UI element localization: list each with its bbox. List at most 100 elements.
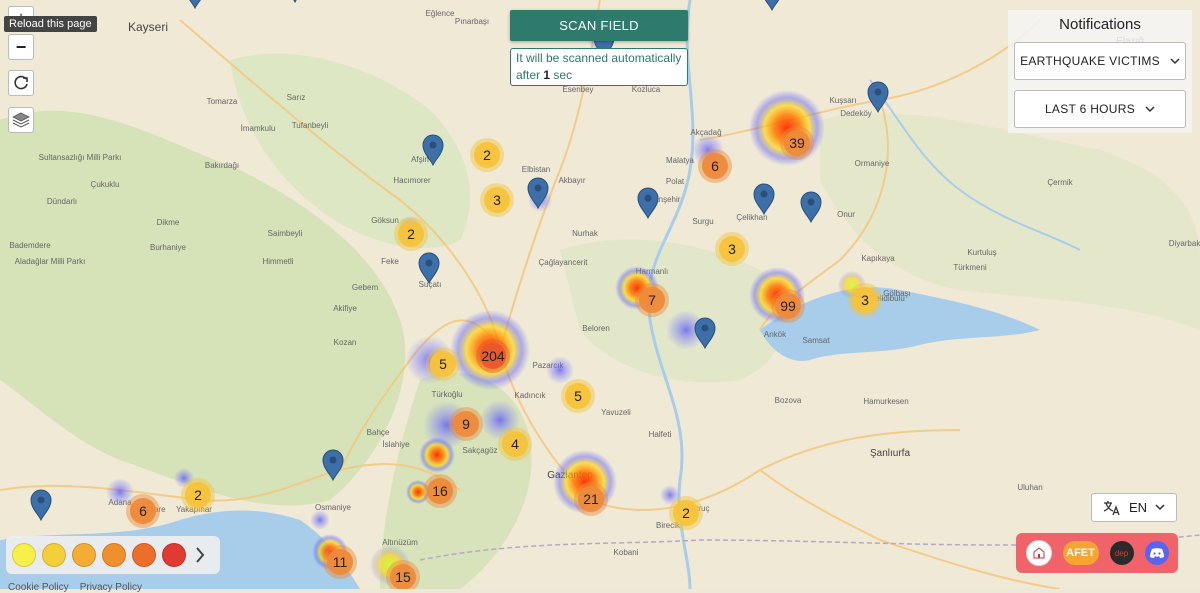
legend-color-swatch[interactable]: [72, 543, 96, 567]
language-label: EN: [1128, 500, 1148, 515]
cluster-marker[interactable]: 39: [780, 126, 814, 160]
translate-icon: [1103, 500, 1120, 515]
cluster-marker[interactable]: 2: [394, 217, 428, 251]
map-place-label: Göksun: [371, 216, 399, 225]
zoom-out-label: −: [15, 36, 27, 57]
cluster-count: 2: [194, 487, 202, 503]
category-select[interactable]: EARTHQUAKE VICTIMS: [1014, 42, 1186, 80]
cluster-marker[interactable]: 6: [126, 494, 160, 528]
cluster-marker[interactable]: 3: [715, 232, 749, 266]
cluster-count: 3: [728, 241, 736, 257]
zoom-out-button[interactable]: −: [8, 34, 34, 60]
map-place-label: Diyarbakır: [1169, 239, 1200, 248]
layers-button[interactable]: [8, 107, 34, 133]
map-place-label: Afşin: [411, 155, 429, 164]
map-place-label: Himmetli: [262, 257, 293, 266]
map-place-label: Nurhak: [572, 229, 599, 238]
cluster-marker[interactable]: 7: [635, 283, 669, 317]
cluster-marker[interactable]: 2: [669, 496, 703, 530]
map-place-label: Tufanbeyli: [292, 121, 329, 130]
heatmap-blob: [546, 356, 574, 384]
cluster-marker[interactable]: 3: [480, 183, 514, 217]
legend-color-swatch[interactable]: [132, 543, 156, 567]
cluster-marker[interactable]: 99: [771, 289, 805, 323]
cluster-count: 99: [780, 298, 796, 314]
cluster-marker[interactable]: 5: [561, 379, 595, 413]
dep-logo-label: dep: [1114, 548, 1129, 558]
map-place-label: Türkmeni: [953, 263, 987, 272]
heatmap-blob: [310, 510, 330, 530]
notifications-panel: Notifications EARTHQUAKE VICTIMS LAST 6 …: [1008, 10, 1192, 133]
legend-color-swatch[interactable]: [42, 543, 66, 567]
afet-logo-label: AFET: [1066, 547, 1095, 559]
cluster-count: 6: [711, 158, 719, 174]
cluster-marker[interactable]: 11: [323, 545, 357, 579]
map-place-label: Pınarbaşı: [455, 17, 489, 26]
time-range-select[interactable]: LAST 6 HOURS: [1014, 90, 1186, 128]
chevron-down-icon: [1145, 105, 1155, 112]
privacy-policy-link[interactable]: Privacy Policy: [80, 582, 142, 593]
cluster-marker[interactable]: 21: [574, 482, 608, 516]
cookie-policy-link[interactable]: Cookie Policy: [8, 582, 69, 593]
map-place-label: Sarız: [287, 93, 306, 102]
cluster-marker[interactable]: 16: [423, 474, 457, 508]
map-place-label: Eğlence: [426, 9, 455, 18]
reload-button[interactable]: [8, 70, 34, 96]
map-place-label: Kurtuluş: [967, 248, 996, 257]
map-place-label: Sultansazlığı Milli Parkı: [39, 153, 122, 162]
cluster-marker[interactable]: 5: [426, 347, 460, 381]
map-place-label: Dündarlı: [47, 197, 77, 206]
cluster-count: 5: [439, 356, 447, 372]
legend-color-swatch[interactable]: [12, 543, 36, 567]
map-place-label: Bademdere: [9, 241, 51, 250]
map-place-label: Burhaniye: [150, 243, 187, 252]
map-place-label: Esenbey: [562, 85, 593, 94]
footer-links: Cookie Policy Privacy Policy: [8, 582, 142, 593]
map-place-label: Sakçagöz: [462, 446, 497, 455]
cluster-count: 2: [682, 505, 690, 521]
map-place-label: Kayseri: [128, 20, 168, 34]
scan-field-button[interactable]: SCAN FIELD: [510, 10, 688, 41]
chevron-right-icon[interactable]: [194, 546, 206, 564]
cluster-count: 9: [462, 416, 470, 432]
map-place-label: Kadıncık: [514, 391, 546, 400]
cluster-marker[interactable]: 2: [181, 478, 215, 512]
map-place-label: Akifiye: [333, 304, 357, 313]
map-place-label: Saimbeyli: [268, 229, 303, 238]
partner-logos-bar: AFET dep: [1016, 533, 1178, 573]
cluster-marker[interactable]: 4: [498, 427, 532, 461]
cluster-count: 204: [481, 348, 505, 364]
map-place-label: Uluhan: [1017, 483, 1042, 492]
time-range-value: LAST 6 HOURS: [1044, 102, 1136, 116]
notifications-title: Notifications: [1059, 16, 1141, 33]
map-place-label: Çermik: [1047, 178, 1073, 187]
map-place-label: Kapıkaya: [861, 254, 895, 263]
cluster-count: 5: [574, 388, 582, 404]
legend-color-swatch[interactable]: [162, 543, 186, 567]
category-value: EARTHQUAKE VICTIMS: [1020, 54, 1160, 68]
cluster-count: 4: [511, 436, 519, 452]
cluster-marker[interactable]: 9: [449, 407, 483, 441]
chevron-down-icon: [1170, 57, 1180, 64]
cluster-marker[interactable]: 3: [848, 283, 882, 317]
cluster-count: 16: [432, 483, 448, 499]
scan-countdown-box: It will be scanned automatically after 1…: [510, 48, 688, 86]
afet-logo[interactable]: AFET: [1062, 541, 1099, 565]
language-select[interactable]: EN: [1091, 493, 1177, 522]
cluster-marker[interactable]: 204: [476, 339, 510, 373]
cluster-count: 39: [789, 135, 805, 151]
map-place-label: Çelikhan: [736, 213, 767, 222]
discord-icon[interactable]: [1144, 541, 1169, 565]
cluster-count: 7: [648, 292, 656, 308]
legend-color-swatch[interactable]: [102, 543, 126, 567]
cluster-marker[interactable]: 6: [698, 149, 732, 183]
map-place-label: Bahçe: [367, 428, 390, 437]
cluster-marker[interactable]: 2: [470, 138, 504, 172]
cluster-count: 3: [493, 192, 501, 208]
map-place-label: Feke: [381, 257, 399, 266]
map-place-label: Surgu: [692, 217, 713, 226]
dep-logo[interactable]: dep: [1109, 541, 1134, 565]
building-logo-icon[interactable]: [1025, 540, 1052, 566]
map-place-label: Ankök: [764, 330, 787, 339]
layers-icon: [12, 112, 30, 128]
